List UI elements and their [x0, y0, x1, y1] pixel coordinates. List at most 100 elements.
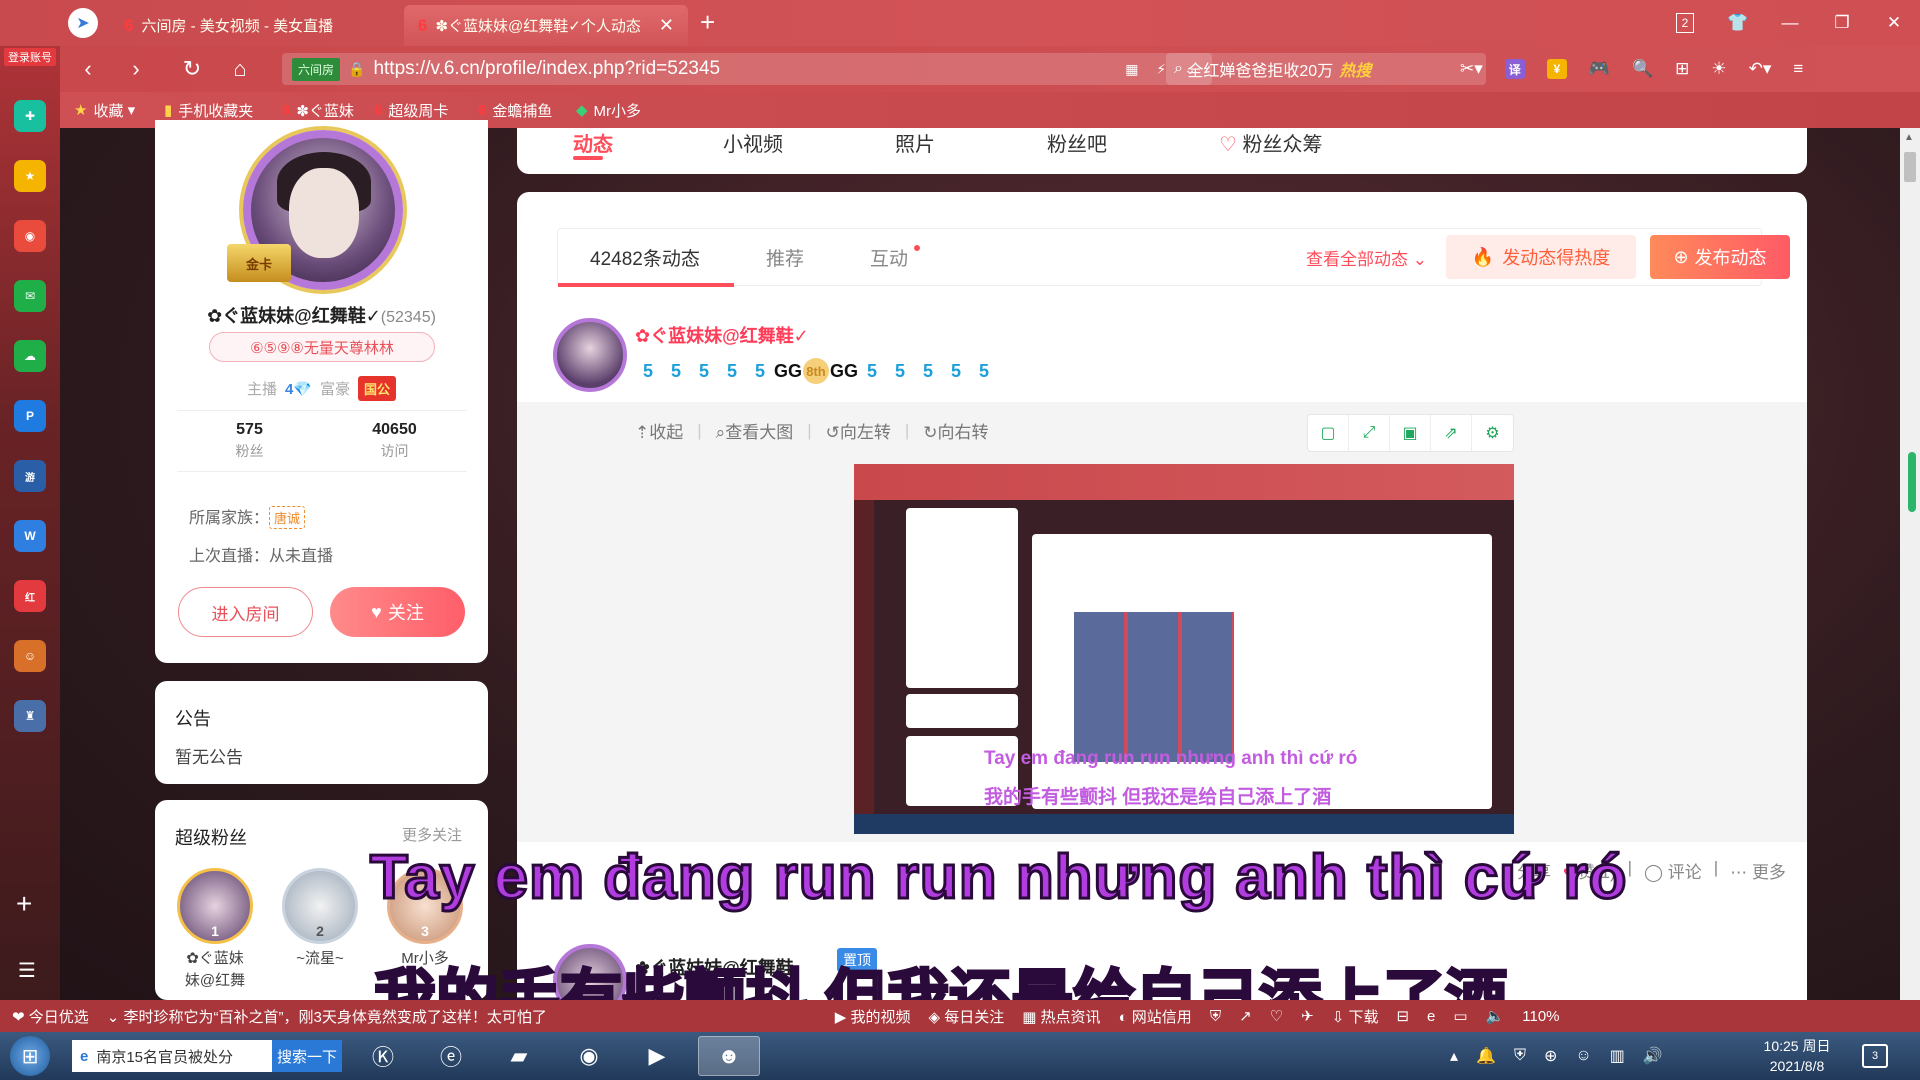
window-icon[interactable]: ⊟: [1396, 1007, 1409, 1025]
brightness-icon[interactable]: ☀: [1711, 59, 1726, 79]
side-app-castle-icon[interactable]: ♜: [14, 700, 46, 732]
rotate-left-tool[interactable]: ↺向左转: [826, 418, 891, 443]
qr-icon[interactable]: ▦: [1125, 61, 1138, 78]
side-app-character-icon[interactable]: ☺: [14, 640, 46, 672]
see-all-dropdown[interactable]: 查看全部动态 ⌄: [1306, 245, 1427, 270]
fav-fishing[interactable]: 6 金蟾捕鱼: [478, 92, 552, 128]
home-icon[interactable]: ⌂: [220, 46, 260, 92]
post-author-name[interactable]: ✿ぐ蓝妹妹@红舞鞋✓: [635, 322, 809, 348]
page-scrollbar[interactable]: ▲ ▼: [1900, 128, 1920, 1032]
tab-recommend[interactable]: 推荐: [766, 229, 804, 285]
taskbar-media-player-icon[interactable]: ▶: [626, 1036, 688, 1076]
side-app-mail-icon[interactable]: ✉: [14, 280, 46, 312]
plus-tray-icon[interactable]: ⊕: [1544, 1046, 1557, 1066]
side-app-game-icon[interactable]: 游: [14, 460, 46, 492]
heartbeat-icon[interactable]: ♡: [1270, 1007, 1283, 1025]
bell-icon[interactable]: 🔔: [1476, 1046, 1496, 1066]
refresh-icon[interactable]: ↻: [172, 46, 212, 92]
download-item[interactable]: ⇩ 下载: [1332, 1006, 1379, 1027]
speaker-icon[interactable]: 🔊: [1643, 1046, 1663, 1066]
undo-icon[interactable]: ↶▾: [1749, 59, 1772, 79]
fullscreen-icon[interactable]: ⤢: [1349, 415, 1390, 451]
post-screenshot-image[interactable]: Tay em đang run run nhưng anh thì cứ ró …: [854, 464, 1514, 834]
taskbar-ie-icon[interactable]: ⓔ: [420, 1036, 482, 1076]
news-ticker[interactable]: ⌄ 李时珍称它为“百补之首”，刚3天身体竟然变成了这样！太可怕了: [107, 1006, 557, 1027]
menu-icon[interactable]: ≡: [1793, 59, 1803, 79]
close-icon[interactable]: ✕: [659, 15, 674, 36]
side-app-plus-icon[interactable]: ✚: [14, 100, 46, 132]
tools-icon[interactable]: ✈: [1301, 1007, 1314, 1025]
fan-item[interactable]: 2 ~流星~: [280, 868, 360, 970]
subnav-photos[interactable]: 照片: [895, 128, 935, 157]
tray-expand-icon[interactable]: ▴: [1450, 1046, 1458, 1066]
tab-profile-active[interactable]: 6 ✽ぐ蓝妹妹@红舞鞋✓个人动态 ✕: [404, 5, 688, 46]
new-tab-icon[interactable]: +: [700, 8, 715, 36]
shield-icon[interactable]: ⛨: [1210, 1008, 1221, 1025]
magnifier-icon[interactable]: 🔍: [1632, 59, 1653, 79]
subnav-short-video[interactable]: 小视频: [723, 128, 783, 157]
post-avatar[interactable]: [553, 318, 627, 392]
scroll-up-icon[interactable]: ▲: [1904, 132, 1914, 143]
back-icon[interactable]: ‹: [68, 46, 108, 92]
tab-count-badge[interactable]: 2: [1676, 13, 1694, 33]
fans-stat[interactable]: 575 粉丝: [177, 411, 322, 471]
login-account-label[interactable]: 登录账号: [4, 48, 56, 66]
navigation-icon[interactable]: ➤: [68, 8, 98, 38]
scissors-icon[interactable]: ✂▾: [1460, 59, 1483, 79]
lightning-icon[interactable]: ⚡: [1156, 61, 1166, 78]
fan-item[interactable]: 1 ✿ぐ蓝妹 妹@红舞: [175, 868, 255, 992]
qq-icon[interactable]: ☺: [1575, 1047, 1591, 1065]
enter-room-button[interactable]: 进入房间: [178, 587, 313, 637]
follow-button[interactable]: ♥ 关注: [330, 587, 465, 637]
translate-icon[interactable]: 译: [1504, 59, 1525, 79]
side-app-weibo-icon[interactable]: ◉: [14, 220, 46, 252]
site-credit[interactable]: ◐ 网站信用: [1119, 1006, 1192, 1027]
url-text[interactable]: https://v.6.cn/profile/index.php?rid=523…: [373, 58, 1125, 80]
tab-interact[interactable]: 互动: [870, 229, 908, 285]
fav-collect[interactable]: ★ 收藏 ▾: [74, 92, 135, 128]
sidebar-menu-icon[interactable]: ☰: [18, 958, 36, 983]
comment-action[interactable]: ◯ 评论: [1644, 858, 1702, 883]
more-action[interactable]: ⋯ 更多: [1730, 858, 1786, 883]
grid-icon[interactable]: ⊞: [1675, 59, 1689, 79]
shirt-skin-icon[interactable]: 👕: [1712, 13, 1764, 33]
add-app-icon[interactable]: +: [16, 890, 32, 918]
notification-icon[interactable]: 3: [1862, 1044, 1888, 1068]
scroll-thumb[interactable]: [1904, 152, 1916, 182]
tab-all-dynamics[interactable]: 42482条动态: [590, 229, 700, 285]
daily-follow[interactable]: ◈ 每日关注: [928, 1006, 1004, 1027]
view-large-tool[interactable]: ⌕查看大图: [716, 418, 794, 443]
today-pick[interactable]: ❤ 今日优选: [12, 1006, 89, 1027]
network-icon[interactable]: ▥: [1610, 1046, 1625, 1066]
security-icon[interactable]: ⛨: [1514, 1047, 1526, 1065]
taskbar-search[interactable]: e 南京15名官员被处分 搜索一下: [72, 1040, 342, 1072]
taskbar-360-browser-icon[interactable]: ◉: [558, 1036, 620, 1076]
subnav-crowdfunding[interactable]: ♡ 粉丝众筹: [1219, 128, 1323, 157]
coin-icon[interactable]: ¥: [1546, 59, 1567, 79]
my-videos[interactable]: ▶ 我的视频: [835, 1006, 911, 1027]
collapse-tool[interactable]: ⇡收起: [635, 418, 683, 443]
screen-icon[interactable]: ▭: [1453, 1007, 1467, 1025]
side-app-p-icon[interactable]: P: [14, 400, 46, 432]
taskbar-kugou-icon[interactable]: Ⓚ: [352, 1036, 414, 1076]
start-button[interactable]: ⊞: [10, 1036, 50, 1076]
post-for-heat-button[interactable]: 🔥 发动态得热度: [1446, 235, 1636, 279]
zoom-level[interactable]: 110%: [1522, 1008, 1559, 1025]
side-panel-handle[interactable]: [1908, 452, 1916, 512]
taskbar-search-text[interactable]: 南京15名官员被处分: [96, 1046, 233, 1067]
settings-icon[interactable]: ⚙: [1472, 415, 1513, 451]
side-app-cloud-icon[interactable]: ☁: [14, 340, 46, 372]
minimize-icon[interactable]: —: [1764, 13, 1816, 33]
family-badge[interactable]: 唐诚: [269, 506, 306, 529]
side-app-word-icon[interactable]: W: [14, 520, 46, 552]
subnav-dynamics[interactable]: 动态: [573, 128, 613, 157]
crop-icon[interactable]: ▢: [1308, 415, 1349, 451]
search-text[interactable]: 全红婵爸爸拒收20万: [1187, 57, 1333, 81]
save-icon[interactable]: ▣: [1390, 415, 1431, 451]
forward-icon[interactable]: ›: [116, 46, 156, 92]
taskbar-active-app-icon[interactable]: ☻: [698, 1036, 760, 1076]
side-app-star-icon[interactable]: ★: [14, 160, 46, 192]
hot-news[interactable]: ▦ 热点资讯: [1022, 1006, 1100, 1027]
gamepad-icon[interactable]: 🎮: [1589, 59, 1610, 79]
rotate-right-tool[interactable]: ↻向右转: [923, 418, 988, 443]
